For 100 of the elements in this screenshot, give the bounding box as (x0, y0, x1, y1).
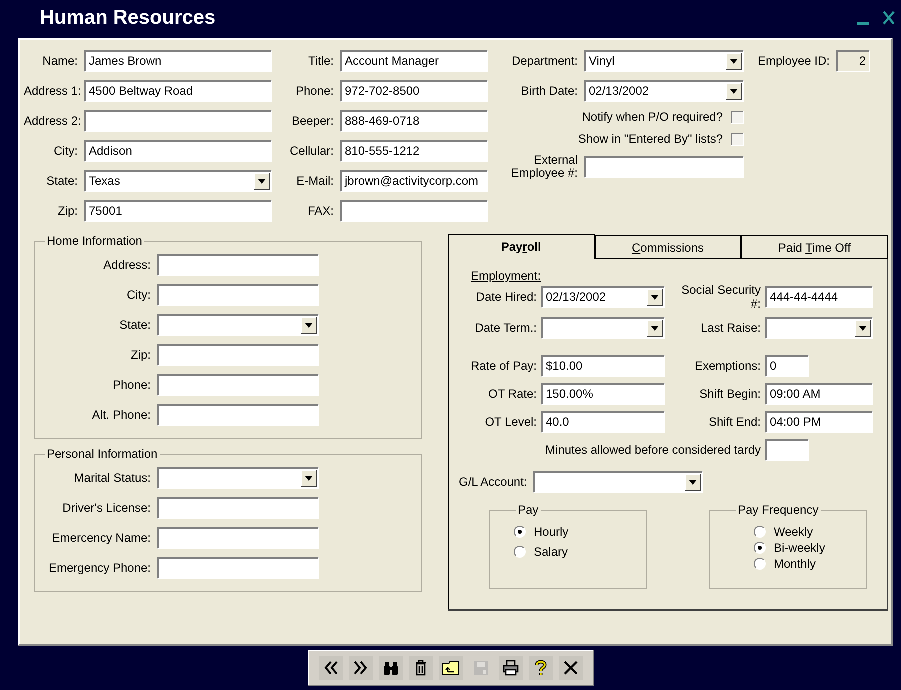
text-field[interactable]: 972-702-8500 (340, 80, 488, 102)
text-field[interactable] (584, 156, 744, 178)
text-field[interactable] (157, 557, 319, 579)
field-label: Address 2: (24, 114, 78, 128)
field-label: Name: (42, 54, 78, 68)
field-label: FAX: (306, 204, 334, 218)
text-field[interactable] (157, 344, 319, 366)
find-button[interactable] (378, 656, 402, 680)
text-field[interactable] (157, 254, 319, 276)
text-field[interactable] (157, 497, 319, 519)
binoculars-icon (382, 659, 400, 677)
field-label: Alt. Phone: (91, 408, 151, 422)
group-title: Home Information (46, 234, 144, 248)
field-label: OT Rate: (488, 387, 537, 401)
close-icon[interactable] (883, 11, 895, 25)
field-label: Title: (307, 54, 334, 68)
field-label: Phone: (112, 378, 151, 392)
field-label: E-Mail: (296, 174, 334, 188)
field-label: Employee ID: (756, 54, 830, 68)
text-field[interactable]: jbrown@activitycorp.com (340, 170, 488, 192)
tab[interactable]: Commissions (594, 235, 742, 259)
field-label: Zip: (130, 348, 151, 362)
text-field[interactable] (765, 439, 809, 461)
radio-label: Monthly (774, 557, 816, 571)
help-button[interactable] (528, 656, 552, 680)
text-field[interactable] (157, 374, 319, 396)
dropdown[interactable]: Texas (84, 170, 272, 192)
text-field[interactable]: 810-555-1212 (340, 140, 488, 162)
text-field[interactable]: 04:00 PM (765, 411, 873, 433)
field-label: Phone: (294, 84, 334, 98)
close-button[interactable] (558, 656, 582, 680)
dropdown[interactable]: Vinyl (584, 50, 744, 72)
field-label: Zip: (56, 204, 78, 218)
radio-button[interactable] (754, 558, 766, 570)
text-field[interactable]: 150.00% (541, 383, 665, 405)
checkbox[interactable] (731, 110, 744, 124)
field-label: Driver's License: (62, 501, 151, 515)
print-button[interactable] (498, 656, 522, 680)
radio-button[interactable] (514, 546, 526, 558)
text-field[interactable] (157, 404, 319, 426)
text-field[interactable]: 888-469-0718 (340, 110, 488, 132)
field-label: Exemptions: (694, 359, 761, 373)
text-field[interactable]: 4500 Beltway Road (84, 80, 272, 102)
field-label: Date Hired: (476, 290, 537, 304)
text-field[interactable]: 75001 (84, 200, 272, 222)
checkbox-label: Notify when P/O required? (582, 110, 723, 124)
field-label: Marital Status: (73, 471, 151, 485)
close-icon (562, 659, 580, 677)
text-field[interactable] (157, 527, 319, 549)
text-field[interactable]: 444-44-4444 (765, 286, 873, 308)
field-label: Rate of Pay: (470, 359, 537, 373)
field-label: State: (46, 174, 78, 188)
field-label: Beeper: (290, 114, 334, 128)
text-field[interactable]: Account Manager (340, 50, 488, 72)
field-label: Emergency Phone: (48, 561, 151, 575)
checkbox[interactable] (731, 132, 744, 146)
dropdown[interactable]: 02/13/2002 (541, 286, 665, 308)
text-field[interactable]: 40.0 (541, 411, 665, 433)
group-title: Pay Frequency (737, 503, 820, 517)
tab[interactable]: Paid Time Off (741, 235, 888, 259)
field-label: City: (126, 288, 151, 302)
double-chevron-right-icon (352, 659, 370, 677)
tab[interactable]: Payroll (448, 234, 595, 259)
field-label: Minutes allowed before considered tardy (546, 443, 761, 457)
previous-button[interactable] (318, 656, 342, 680)
field-label: Department: (510, 54, 578, 68)
radio-label: Bi-weekly (774, 541, 826, 555)
text-field[interactable] (84, 110, 272, 132)
field-label: G/L Account: (459, 475, 528, 489)
field-label: City: (53, 144, 78, 158)
field-label: Address 1: (24, 84, 78, 98)
text-field[interactable]: 0 (765, 355, 809, 377)
next-button[interactable] (348, 656, 372, 680)
text-field[interactable]: James Brown (84, 50, 272, 72)
text-field[interactable] (340, 200, 488, 222)
section-heading: Employment: (471, 269, 542, 283)
radio-button[interactable] (514, 526, 526, 538)
checkbox-label: Show in "Entered By" lists? (578, 132, 723, 146)
field-label: State: (118, 318, 151, 332)
field-label: Shift End: (708, 415, 761, 429)
dropdown[interactable]: 02/13/2002 (584, 80, 744, 102)
radio-button[interactable] (754, 542, 766, 554)
window-title: Human Resources (40, 6, 216, 30)
delete-button[interactable] (408, 656, 432, 680)
group-title: Pay (517, 503, 540, 517)
field-label: Shift Begin: (700, 387, 761, 401)
folder-icon (442, 659, 460, 677)
field-label: Social Security #: (682, 283, 761, 311)
text-field[interactable] (157, 284, 319, 306)
field-label: Date Term.: (475, 321, 537, 335)
radio-label: Hourly (534, 525, 569, 539)
group-title: Personal Information (46, 447, 159, 461)
field-label: OT Level: (485, 415, 537, 429)
text-field[interactable]: Addison (84, 140, 272, 162)
dropdown[interactable] (765, 317, 873, 339)
radio-label: Salary (534, 545, 568, 559)
radio-button[interactable] (754, 526, 766, 538)
open-button[interactable] (438, 656, 462, 680)
text-field[interactable]: 09:00 AM (765, 383, 873, 405)
text-field[interactable]: $10.00 (541, 355, 665, 377)
